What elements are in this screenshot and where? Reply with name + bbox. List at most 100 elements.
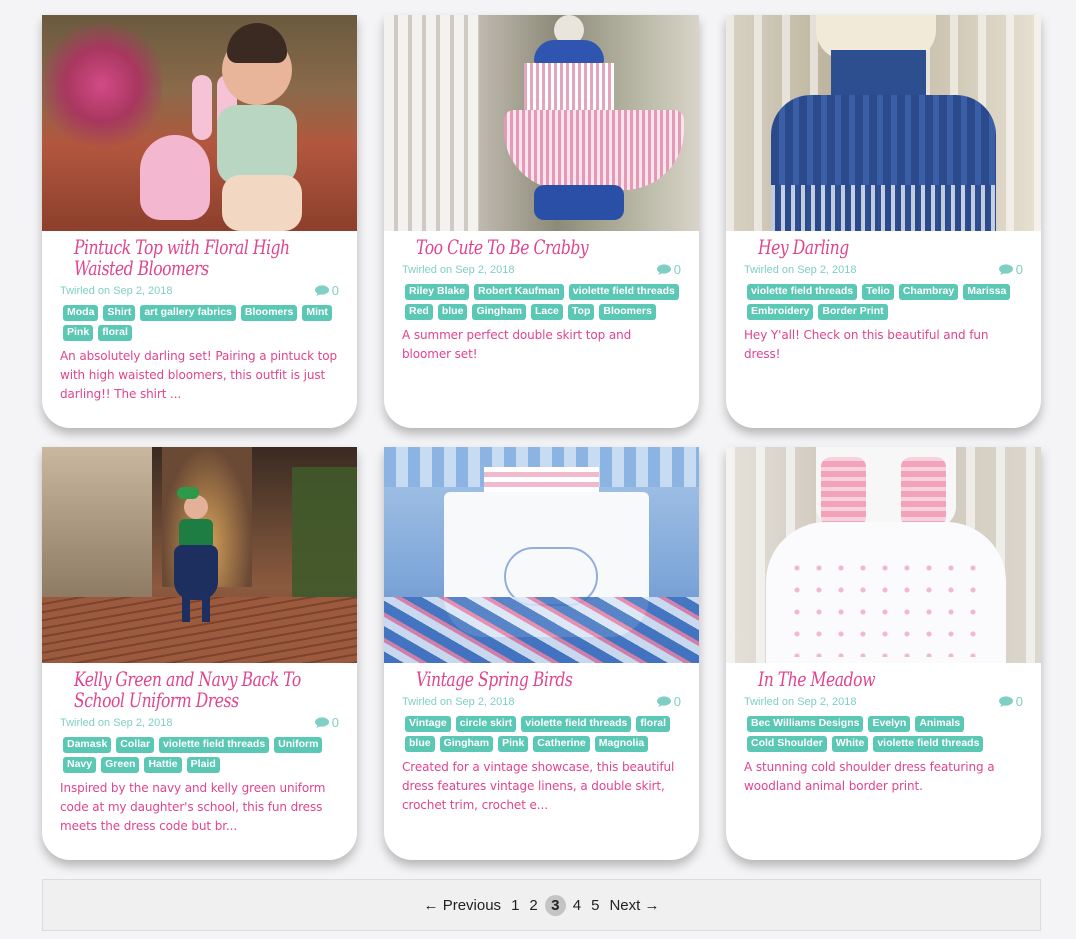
tag[interactable]: circle skirt	[455, 716, 517, 732]
next-page-link[interactable]: Next →	[609, 897, 659, 914]
comment-count-value: 0	[673, 694, 681, 709]
tag[interactable]: Vintage	[405, 716, 451, 732]
tag[interactable]: Navy	[63, 757, 97, 773]
comment-count-value: 0	[1015, 694, 1023, 709]
tag[interactable]: blue	[405, 736, 435, 752]
tag[interactable]: violette field threads	[568, 284, 679, 300]
comment-count[interactable]: 0	[998, 262, 1023, 277]
tag[interactable]: art gallery fabrics	[140, 305, 236, 321]
tag[interactable]: Mint	[302, 305, 332, 321]
tag[interactable]: Riley Blake	[405, 284, 470, 300]
tag[interactable]: Cold Shoulder	[747, 736, 827, 752]
page-link-4[interactable]: 4	[573, 897, 581, 914]
tag[interactable]: Telio	[862, 284, 894, 300]
post-excerpt: Hey Y'all! Check on this beautiful and f…	[744, 328, 989, 361]
comment-bubble-icon	[314, 717, 329, 728]
tag[interactable]: Bloomers	[599, 304, 656, 320]
tag[interactable]: Evelyn	[868, 716, 911, 732]
comment-count[interactable]: 0	[656, 262, 681, 277]
tag[interactable]: violette field threads	[747, 284, 858, 300]
page-link-5[interactable]: 5	[591, 897, 599, 914]
tag-list: Bec Williams Designs Evelyn Animals Cold…	[744, 716, 1023, 752]
post-card: Vintage Spring Birds Twirled on Sep 2, 2…	[384, 447, 699, 860]
post-card: Pintuck Top with Floral High Waisted Blo…	[42, 15, 357, 428]
tag-list: Moda Shirt art gallery fabrics Bloomers …	[60, 305, 339, 341]
comment-count[interactable]: 0	[314, 283, 339, 298]
tag[interactable]: Pink	[498, 736, 529, 752]
post-image[interactable]	[42, 15, 357, 231]
post-date: Twirled on Sep 2, 2018	[402, 263, 515, 276]
tag[interactable]: Hattie	[144, 757, 182, 773]
tag[interactable]: blue	[437, 304, 468, 320]
tag[interactable]: Magnolia	[594, 736, 649, 752]
tag[interactable]: Gingham	[439, 736, 494, 752]
comment-bubble-icon	[656, 696, 671, 707]
tag[interactable]: Chambray	[898, 284, 959, 300]
post-date: Twirled on Sep 2, 2018	[60, 716, 173, 729]
tag[interactable]: floral	[636, 716, 671, 732]
tag[interactable]: violette field threads	[521, 716, 632, 732]
post-date: Twirled on Sep 2, 2018	[60, 284, 173, 297]
tag[interactable]: Animals	[915, 716, 965, 732]
tag-list: violette field threads Telio Chambray Ma…	[744, 284, 1023, 320]
tag-list: Riley Blake Robert Kaufman violette fiel…	[402, 284, 681, 320]
tag[interactable]: Border Print	[818, 304, 888, 320]
post-title[interactable]: Too Cute To Be Crabby	[416, 237, 673, 258]
tag[interactable]: Uniform	[274, 737, 323, 753]
tag[interactable]: Marissa	[963, 284, 1011, 300]
previous-page-link[interactable]: ← Previous	[424, 897, 502, 914]
post-excerpt: Inspired by the navy and kelly green uni…	[60, 781, 326, 833]
post-title[interactable]: Kelly Green and Navy Back To School Unif…	[74, 669, 331, 711]
tag[interactable]: Red	[405, 304, 433, 320]
tag[interactable]: violette field threads	[873, 736, 984, 752]
tag[interactable]: floral	[98, 325, 132, 341]
comment-count[interactable]: 0	[656, 694, 681, 709]
post-image[interactable]	[384, 447, 699, 663]
comment-count[interactable]: 0	[998, 694, 1023, 709]
tag[interactable]: violette field threads	[159, 737, 270, 753]
page-link-1[interactable]: 1	[511, 897, 519, 914]
comment-bubble-icon	[998, 696, 1013, 707]
post-title[interactable]: In The Meadow	[758, 669, 1015, 690]
tag[interactable]: Robert Kaufman	[474, 284, 564, 300]
tag[interactable]: Catherine	[533, 736, 590, 752]
comment-count-value: 0	[331, 283, 339, 298]
comment-bubble-icon	[656, 264, 671, 275]
tag[interactable]: Collar	[116, 737, 155, 753]
tag[interactable]: Moda	[63, 305, 99, 321]
comment-bubble-icon	[314, 285, 329, 296]
post-excerpt: A stunning cold shoulder dress featuring…	[744, 760, 995, 793]
comment-count[interactable]: 0	[314, 715, 339, 730]
tag[interactable]: Lace	[530, 304, 563, 320]
comment-count-value: 0	[331, 715, 339, 730]
post-title[interactable]: Pintuck Top with Floral High Waisted Blo…	[74, 237, 331, 279]
post-card: In The Meadow Twirled on Sep 2, 2018 0 B…	[726, 447, 1041, 860]
tag[interactable]: Green	[101, 757, 140, 773]
tag[interactable]: Bloomers	[240, 305, 298, 321]
post-image[interactable]	[42, 447, 357, 663]
tag[interactable]: Top	[567, 304, 595, 320]
tag[interactable]: Shirt	[103, 305, 136, 321]
tag[interactable]: Gingham	[472, 304, 526, 320]
comment-count-value: 0	[673, 262, 681, 277]
tag[interactable]: Damask	[63, 737, 112, 753]
post-excerpt: Created for a vintage showcase, this bea…	[402, 760, 675, 812]
tag[interactable]: Bec Williams Designs	[747, 716, 864, 732]
tag-list: Vintage circle skirt violette field thre…	[402, 716, 681, 752]
comment-count-value: 0	[1015, 262, 1023, 277]
page-link-2[interactable]: 2	[529, 897, 537, 914]
pagination: ← Previous 1 2 3 4 5 Next →	[42, 879, 1041, 931]
post-card: Kelly Green and Navy Back To School Unif…	[42, 447, 357, 860]
post-title[interactable]: Vintage Spring Birds	[416, 669, 673, 690]
post-image[interactable]	[726, 447, 1041, 663]
post-image[interactable]	[384, 15, 699, 231]
current-page: 3	[544, 894, 566, 916]
tag[interactable]: Embroidery	[747, 304, 814, 320]
post-title[interactable]: Hey Darling	[758, 237, 1015, 258]
comment-bubble-icon	[998, 264, 1013, 275]
tag[interactable]: White	[831, 736, 869, 752]
post-image[interactable]	[726, 15, 1041, 231]
post-date: Twirled on Sep 2, 2018	[744, 695, 857, 708]
tag[interactable]: Pink	[63, 325, 94, 341]
tag[interactable]: Plaid	[186, 757, 220, 773]
